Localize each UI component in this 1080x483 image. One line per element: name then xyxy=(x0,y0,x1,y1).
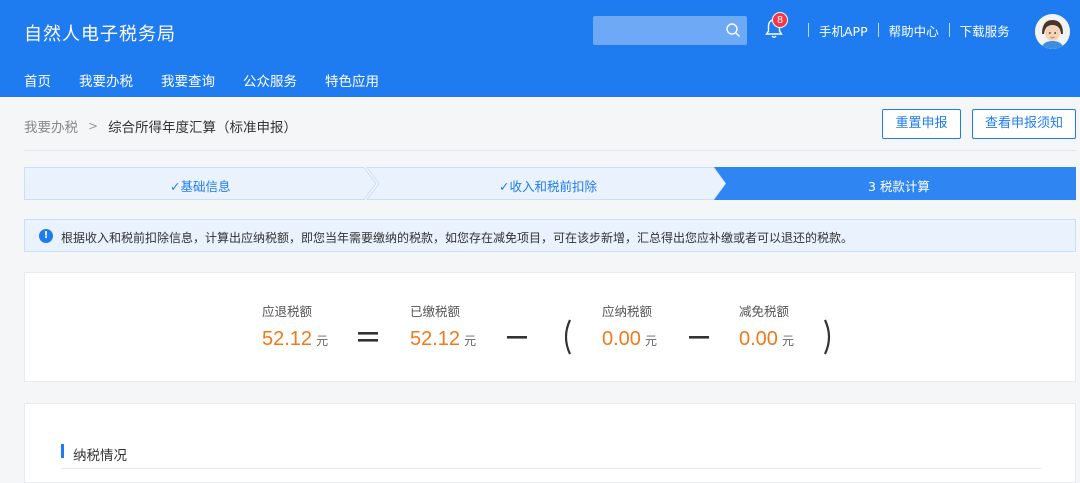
tax-formula-card: 应退税额 52.12 元 已缴税额 52.12 元 应纳税额 0.00 元 减免税额 … xyxy=(24,272,1076,382)
left-parenthesis xyxy=(564,319,572,355)
divider xyxy=(24,150,1076,151)
info-notice: ! 根据收入和税前扣除信息，计算出应纳税额，即您当年需要缴纳的税款，如您存在减免… xyxy=(24,219,1076,252)
tax-situation-card: 纳税情况 xyxy=(24,403,1076,483)
nav-public-service[interactable]: 公众服务 xyxy=(243,70,297,90)
refund-value: 52.12 xyxy=(262,328,313,350)
progress-steps: ✓基础信息 ✓收入和税前扣除 3 税款计算 xyxy=(24,167,1076,200)
divider xyxy=(877,23,879,37)
top-header: 自然人电子税务局 8 手机APP 帮助中心 下载服务 首页 我要办税 我要查询 … xyxy=(0,0,1080,97)
info-icon: ! xyxy=(39,229,53,243)
download-service-link[interactable]: 下载服务 xyxy=(960,21,1010,40)
breadcrumb: 我要办税 > 综合所得年度汇算（标准申报） xyxy=(24,116,297,136)
paid-unit: 元 xyxy=(464,334,477,348)
minus-sign xyxy=(689,336,709,339)
view-declaration-notice-button[interactable]: 查看申报须知 xyxy=(972,109,1076,139)
refund-unit: 元 xyxy=(316,334,329,348)
paid-label: 已缴税额 xyxy=(410,304,461,319)
main-nav: 首页 我要办税 我要查询 公众服务 特色应用 xyxy=(24,70,407,90)
nav-featured-apps[interactable]: 特色应用 xyxy=(325,70,379,90)
payable-unit: 元 xyxy=(644,334,657,348)
refund-amount: 应退税额 52.12 元 xyxy=(262,301,328,351)
divider xyxy=(61,468,1041,469)
top-links: 手机APP 帮助中心 下载服务 xyxy=(798,21,1010,40)
paid-value: 52.12 xyxy=(410,328,461,350)
payable-amount: 应纳税额 0.00 元 xyxy=(602,301,657,351)
breadcrumb-parent[interactable]: 我要办税 xyxy=(24,116,78,136)
chevron-right-icon: > xyxy=(88,119,99,133)
refund-label: 应退税额 xyxy=(262,304,313,319)
help-center-link[interactable]: 帮助中心 xyxy=(889,21,939,40)
site-title[interactable]: 自然人电子税务局 xyxy=(24,20,176,46)
paid-amount: 已缴税额 52.12 元 xyxy=(410,301,476,351)
divider xyxy=(808,23,809,37)
nav-handle-tax[interactable]: 我要办税 xyxy=(79,70,133,90)
mobile-app-link[interactable]: 手机APP xyxy=(819,21,868,40)
step-tax-calculation[interactable]: 3 税款计算 xyxy=(868,176,930,195)
step-basic-info[interactable]: ✓基础信息 xyxy=(170,176,230,195)
reset-declaration-button[interactable]: 重置申报 xyxy=(882,109,961,139)
nav-query[interactable]: 我要查询 xyxy=(161,70,215,90)
exempt-unit: 元 xyxy=(781,334,794,348)
notice-text: 根据收入和税前扣除信息，计算出应纳税额，即您当年需要缴纳的税款，如您存在减免项目… xyxy=(61,231,854,245)
user-avatar-icon xyxy=(1035,14,1070,49)
exempt-label: 减免税额 xyxy=(739,304,790,319)
minus-sign xyxy=(507,336,527,339)
right-parenthesis xyxy=(823,319,831,355)
payable-value: 0.00 xyxy=(602,328,641,350)
section-marker xyxy=(61,444,64,458)
divider xyxy=(948,23,950,37)
search-icon[interactable] xyxy=(725,22,741,38)
nav-home[interactable]: 首页 xyxy=(24,70,51,90)
avatar[interactable] xyxy=(1035,14,1070,49)
equals-sign xyxy=(358,332,378,342)
section-title: 纳税情况 xyxy=(73,448,127,464)
exempt-value: 0.00 xyxy=(739,328,778,350)
exempt-amount: 减免税额 0.00 元 xyxy=(739,301,794,351)
step-income-deduction[interactable]: ✓收入和税前扣除 xyxy=(499,176,597,195)
notification-badge: 8 xyxy=(772,12,788,28)
payable-label: 应纳税额 xyxy=(602,304,653,319)
breadcrumb-current: 综合所得年度汇算（标准申报） xyxy=(108,120,298,136)
search-input[interactable] xyxy=(593,16,747,45)
